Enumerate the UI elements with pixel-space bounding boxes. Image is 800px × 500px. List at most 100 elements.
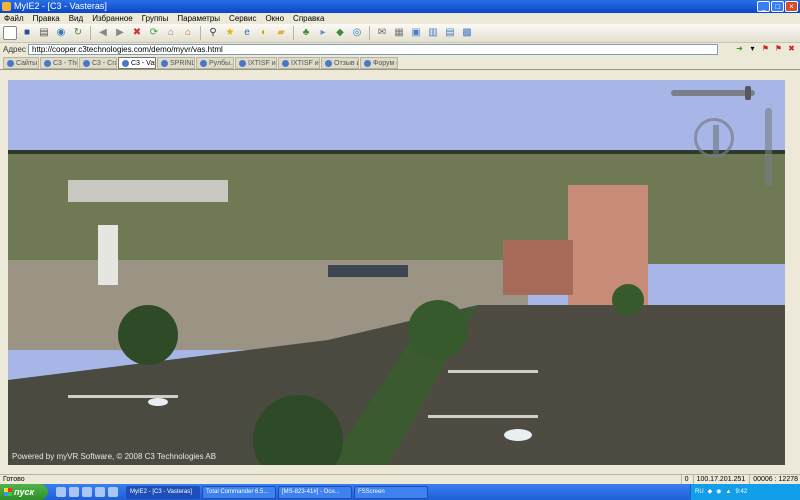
plugin-icon[interactable]: ▸ bbox=[316, 26, 330, 40]
page-icon bbox=[239, 59, 246, 67]
clock[interactable]: 9:42 bbox=[736, 484, 748, 500]
quick-launch-icon[interactable] bbox=[108, 487, 118, 497]
refresh-icon[interactable]: ↻ bbox=[71, 26, 85, 40]
tab-bar: Сайты рем... C3 - The ... C3 - Crag... C… bbox=[0, 56, 800, 70]
exit-icon[interactable]: ✖ bbox=[787, 44, 796, 53]
panel-icon[interactable]: ▤ bbox=[443, 26, 457, 40]
long-roof bbox=[328, 265, 408, 277]
address-label: Адрес bbox=[3, 45, 26, 54]
favorites-star-icon[interactable]: ★ bbox=[223, 26, 237, 40]
reload-icon[interactable]: ⟳ bbox=[147, 26, 161, 40]
network-icon[interactable]: ◆ bbox=[333, 26, 347, 40]
tab[interactable]: IXTISF ио... bbox=[235, 57, 277, 69]
home-icon[interactable]: ⌂ bbox=[164, 26, 178, 40]
menu-help[interactable]: Справка bbox=[293, 13, 324, 24]
menu-view[interactable]: Вид bbox=[69, 13, 83, 24]
task-button-fsscreen[interactable]: FSScreen bbox=[354, 485, 428, 499]
tree-icon[interactable]: ♣ bbox=[299, 26, 313, 40]
print-icon[interactable]: ▤ bbox=[37, 26, 51, 40]
new-page-icon[interactable]: ▫ bbox=[3, 26, 17, 40]
tab[interactable]: Рулбы... bbox=[196, 57, 234, 69]
page-icon bbox=[122, 59, 129, 67]
browser-globe-icon[interactable]: ◎ bbox=[350, 26, 364, 40]
search-icon[interactable]: ⚲ bbox=[206, 26, 220, 40]
tab[interactable]: Форум (А... bbox=[360, 57, 398, 69]
city-3d-scene bbox=[8, 80, 785, 465]
go-icon[interactable]: ➜ bbox=[735, 44, 744, 53]
maximize-button[interactable]: □ bbox=[771, 1, 784, 12]
mail-icon[interactable]: ✉ bbox=[375, 26, 389, 40]
trees bbox=[118, 305, 178, 365]
tray-icon[interactable]: ◉ bbox=[716, 484, 721, 500]
tilt-slider[interactable] bbox=[765, 108, 772, 186]
address-input[interactable]: http://cooper.c3technologies.com/demo/my… bbox=[28, 44, 718, 55]
menu-window[interactable]: Окно bbox=[265, 13, 284, 24]
menu-groups[interactable]: Группы bbox=[142, 13, 169, 24]
tray-icon[interactable]: ▲ bbox=[726, 484, 732, 500]
home-alt-icon[interactable]: ⌂ bbox=[181, 26, 195, 40]
minimize-button[interactable]: _ bbox=[757, 1, 770, 12]
pier bbox=[448, 370, 538, 373]
tray-icon[interactable]: ◆ bbox=[708, 484, 713, 500]
window-icon[interactable]: ▣ bbox=[409, 26, 423, 40]
pier bbox=[428, 415, 538, 418]
zoom-slider[interactable] bbox=[671, 86, 755, 100]
boat bbox=[504, 429, 532, 441]
menu-options[interactable]: Параметры bbox=[177, 13, 220, 24]
status-traffic: 00006 : 12278 bbox=[749, 475, 798, 484]
distant-city bbox=[8, 154, 785, 264]
tools-icon[interactable]: ▦ bbox=[392, 26, 406, 40]
status-ip: 100.17.201.251 bbox=[692, 475, 745, 484]
tab[interactable]: C3 - The ... bbox=[40, 57, 78, 69]
tab[interactable]: Сайты рем... bbox=[3, 57, 39, 69]
warehouse bbox=[68, 180, 228, 202]
close-button[interactable]: × bbox=[785, 1, 798, 12]
menu-tools[interactable]: Сервис bbox=[229, 13, 256, 24]
task-button-mail[interactable]: [MS-823-41#] - Осн... bbox=[278, 485, 352, 499]
menu-edit[interactable]: Правка bbox=[33, 13, 60, 24]
tile-icon[interactable]: ▩ bbox=[460, 26, 474, 40]
tab-active[interactable]: C3 - Vasteras bbox=[118, 57, 156, 69]
stop-icon[interactable]: ✖ bbox=[130, 26, 144, 40]
task-button-myie2[interactable]: MyIE2 - [C3 - Vasteras] bbox=[126, 485, 200, 499]
flag-red2-icon[interactable]: ⚑ bbox=[774, 44, 783, 53]
address-bar: Адрес http://cooper.c3technologies.com/d… bbox=[0, 43, 800, 56]
back-icon[interactable]: ◀ bbox=[96, 26, 110, 40]
layout-icon[interactable]: ▥ bbox=[426, 26, 440, 40]
tab[interactable]: SPRINLIL... bbox=[157, 57, 195, 69]
quick-launch-icon[interactable] bbox=[95, 487, 105, 497]
menu-bar: Файл Правка Вид Избранное Группы Парамет… bbox=[0, 13, 800, 24]
status-count: 0 bbox=[680, 475, 689, 484]
folder-icon[interactable]: ▰ bbox=[274, 26, 288, 40]
forward-icon[interactable]: ▶ bbox=[113, 26, 127, 40]
toolbar-separator bbox=[90, 26, 91, 40]
menu-favorites[interactable]: Избранное bbox=[92, 13, 133, 24]
dropdown-icon[interactable]: ▾ bbox=[748, 44, 757, 53]
boat bbox=[148, 398, 168, 406]
toolbar-separator bbox=[369, 26, 370, 40]
toolbar-separator bbox=[293, 26, 294, 40]
page-icon bbox=[364, 59, 371, 67]
zoom-slider-thumb[interactable] bbox=[745, 86, 751, 100]
tab[interactable]: IXTISF ио... bbox=[278, 57, 320, 69]
ie-icon[interactable]: e bbox=[240, 26, 254, 40]
compass-icon[interactable] bbox=[694, 118, 734, 158]
menu-file[interactable]: Файл bbox=[4, 13, 24, 24]
task-button-total-commander[interactable]: Total Commander 6.5... bbox=[202, 485, 276, 499]
quick-launch-icon[interactable] bbox=[82, 487, 92, 497]
globe-icon[interactable]: ◉ bbox=[54, 26, 68, 40]
save-icon[interactable]: ■ bbox=[20, 26, 34, 40]
history-icon[interactable]: ◐ bbox=[257, 26, 271, 40]
trees bbox=[408, 300, 468, 360]
tab[interactable]: Отзыв и с... bbox=[321, 57, 359, 69]
quick-launch bbox=[48, 487, 126, 497]
brick-building bbox=[503, 240, 573, 295]
language-indicator[interactable]: RU bbox=[695, 484, 704, 500]
map-viewport[interactable]: Powered by myVR Software, © 2008 C3 Tech… bbox=[8, 80, 785, 465]
start-button[interactable]: пуск bbox=[0, 484, 48, 500]
flag-red-icon[interactable]: ⚑ bbox=[761, 44, 770, 53]
tab[interactable]: C3 - Crag... bbox=[79, 57, 117, 69]
quick-launch-icon[interactable] bbox=[69, 487, 79, 497]
quick-launch-icon[interactable] bbox=[56, 487, 66, 497]
status-text: Готово bbox=[3, 476, 25, 483]
